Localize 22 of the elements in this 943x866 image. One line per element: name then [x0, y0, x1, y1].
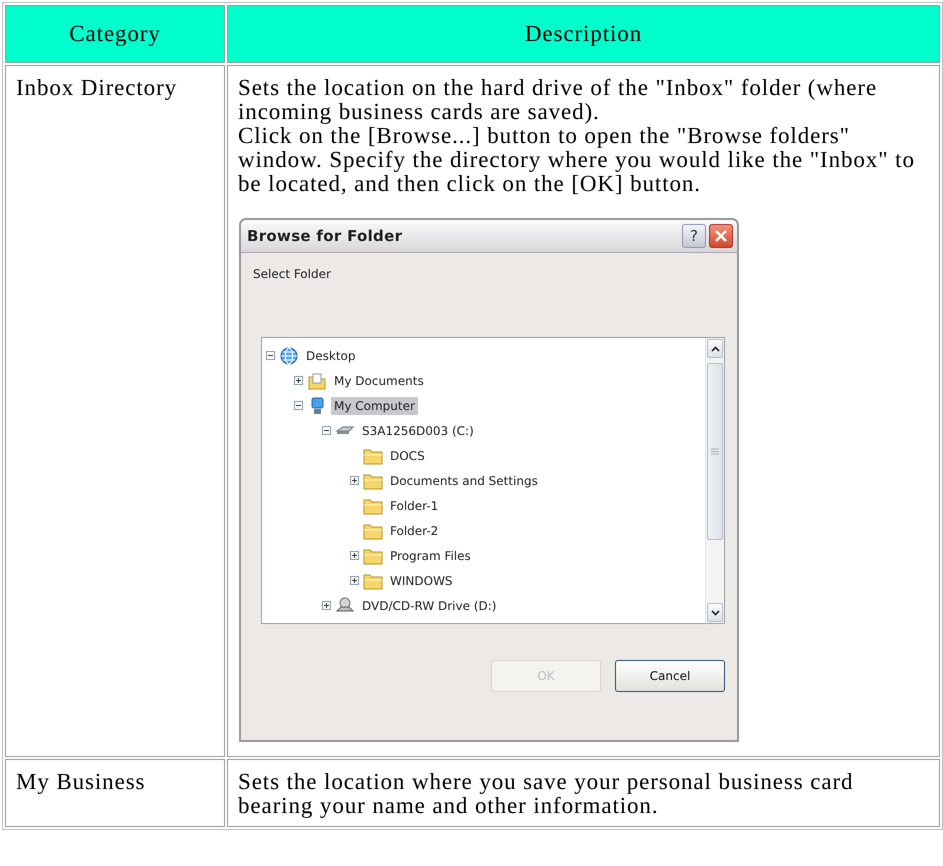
- tree-item[interactable]: Folder-1: [387, 496, 442, 514]
- dialog-title: Browse for Folder: [247, 227, 404, 245]
- description-text: Sets the location on the hard drive of the "Inbox" folder (where incoming business cards are saved).: [238, 76, 878, 124]
- tree-item[interactable]: Program Files: [387, 546, 474, 564]
- dialog-button[interactable]: Cancel: [615, 660, 725, 692]
- column-header: Description: [227, 5, 940, 63]
- tree-item[interactable]: DOCS: [387, 446, 428, 464]
- description-text: Click on the [Browse...] button to open the "Browse folders" window. Specify the directory where you would like the "Inbox" to be located, and then click on the [OK] button.: [238, 124, 916, 196]
- tree-item[interactable]: My Documents: [331, 372, 427, 390]
- tree-item[interactable]: Desktop: [303, 346, 358, 364]
- prompt-text: Select Folder: [253, 267, 331, 281]
- column-header: Category: [5, 5, 225, 63]
- help-button[interactable]: ?: [682, 224, 706, 248]
- description-text: Sets the location where you save your personal business card bearing your name and other information.: [238, 770, 854, 818]
- tree-item[interactable]: DVD/CD-RW Drive (D:): [359, 596, 500, 614]
- tree-item[interactable]: My Computer: [331, 396, 418, 414]
- tree-item[interactable]: S3A1256D003 (C:): [359, 422, 477, 440]
- tree-item[interactable]: Documents and Settings: [387, 472, 541, 490]
- tree-item[interactable]: WINDOWS: [387, 572, 456, 590]
- category-cell: Inbox Directory: [5, 65, 225, 757]
- tree-item[interactable]: Folder-2: [387, 522, 442, 540]
- category-cell: My Business: [5, 759, 225, 827]
